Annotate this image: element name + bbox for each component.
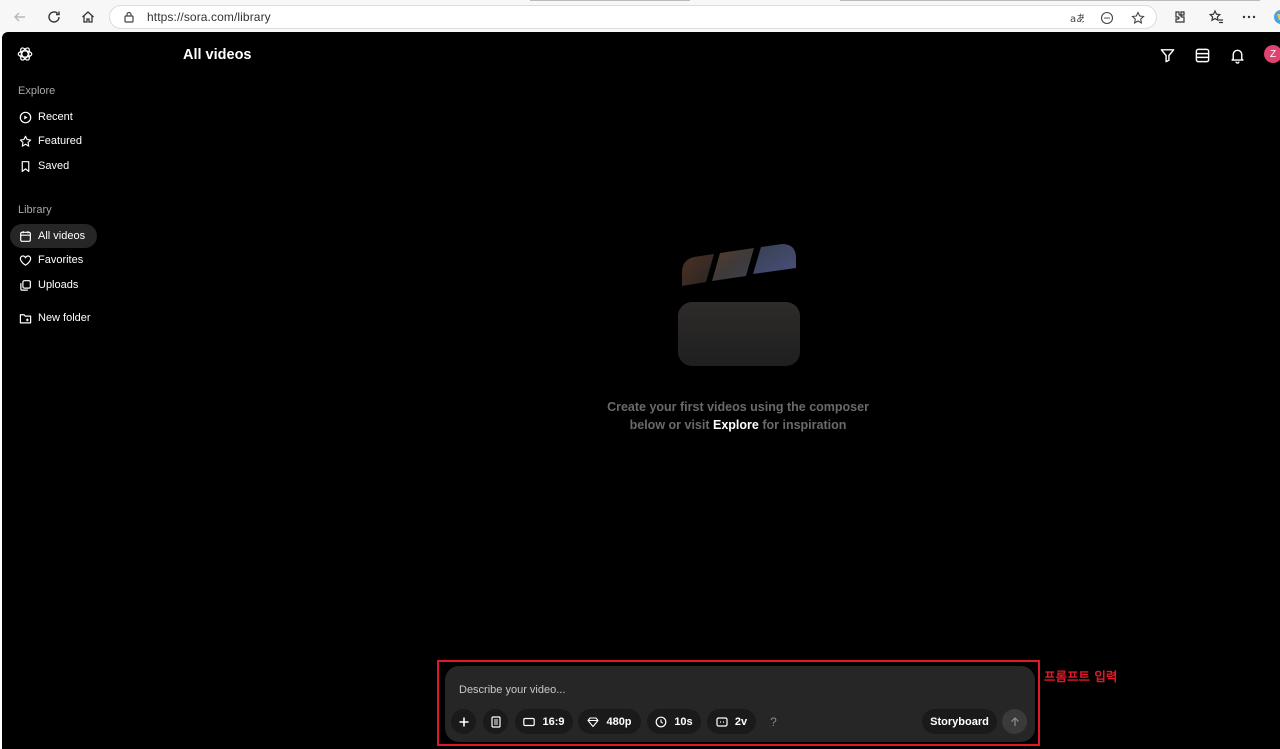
empty-state-text: for inspiration [762, 418, 847, 432]
sidebar-item-uploads[interactable]: Uploads [10, 273, 97, 297]
favorite-star-icon[interactable] [1130, 10, 1146, 26]
clock-icon [655, 716, 667, 727]
variations-icon [716, 716, 728, 727]
calendar-icon [20, 230, 31, 242]
arrow-up-icon [1010, 716, 1019, 726]
openai-logo-icon[interactable] [16, 45, 34, 63]
more-icon[interactable] [1238, 6, 1260, 28]
sidebar-item-label: Recent [38, 111, 73, 123]
presets-button[interactable] [483, 709, 508, 734]
sidebar-item-featured[interactable]: Featured [10, 129, 97, 153]
sidebar-item-favorites[interactable]: Favorites [10, 248, 97, 272]
aspect-ratio-icon [523, 717, 536, 726]
notification-bell-icon[interactable] [1228, 46, 1246, 64]
browser-toolbar: https://sora.com/library aあ [0, 0, 1280, 32]
avatar[interactable]: Z [1264, 45, 1280, 63]
sidebar-item-label: Saved [38, 160, 70, 172]
diamond-icon [587, 716, 600, 727]
duration-value: 10s [674, 715, 693, 728]
duration-button[interactable]: 10s [647, 709, 701, 734]
home-icon[interactable] [77, 6, 99, 28]
empty-state-text: below or visit [629, 418, 710, 432]
empty-state-line2: below or visit Explore for inspiration [558, 416, 918, 434]
empty-state-message: Create your first videos using the compo… [558, 398, 918, 434]
variations-value: 2v [734, 715, 748, 728]
lock-icon[interactable] [122, 10, 136, 24]
help-button[interactable]: ? [761, 709, 786, 734]
heart-icon [19, 254, 32, 266]
reader-icon[interactable] [1099, 10, 1115, 26]
url-text[interactable]: https://sora.com/library [147, 10, 271, 24]
add-media-button[interactable] [451, 709, 476, 734]
play-circle-icon [19, 111, 32, 123]
filter-icon[interactable] [1158, 46, 1176, 64]
sora-app: All videos Z Explore Recent Featured Sav… [2, 32, 1280, 749]
explore-heading: Explore [18, 85, 56, 97]
tab-strip-edge [530, 0, 690, 1]
sidebar-item-label: Featured [38, 135, 83, 147]
uploads-icon [20, 279, 31, 291]
empty-state-line1: Create your first videos using the compo… [607, 400, 869, 414]
sidebar-item-label: All videos [38, 230, 86, 242]
aspect-ratio-value: 16:9 [542, 715, 565, 728]
resolution-value: 480p [606, 715, 632, 728]
bookmark-icon [21, 160, 30, 172]
submit-button[interactable] [1002, 709, 1027, 734]
tab-strip-edge [840, 0, 1260, 1]
variations-button[interactable]: 2v [707, 709, 756, 734]
storyboard-label: Storyboard [930, 715, 989, 728]
favorites-icon[interactable] [1205, 6, 1227, 28]
prompt-input[interactable] [459, 682, 1019, 698]
sidebar-item-saved[interactable]: Saved [10, 154, 97, 178]
sidebar-item-label: Uploads [38, 279, 79, 291]
library-heading: Library [18, 204, 52, 216]
page-title: All videos [183, 47, 252, 63]
plus-icon [459, 717, 468, 726]
copilot-icon[interactable] [1270, 6, 1280, 28]
new-folder-label: New folder [38, 312, 91, 324]
folder-plus-icon [19, 313, 32, 323]
svg-text:aあ: aあ [1070, 13, 1084, 25]
document-icon [490, 715, 501, 728]
sidebar-item-recent[interactable]: Recent [10, 105, 97, 129]
resolution-button[interactable]: 480p [578, 709, 641, 734]
new-folder-button[interactable]: New folder [10, 306, 97, 330]
star-icon [19, 135, 32, 147]
annotation-label: 프롬프트 입력 [1044, 669, 1118, 684]
extensions-icon[interactable] [1168, 6, 1190, 28]
reload-icon[interactable] [43, 6, 65, 28]
aspect-ratio-button[interactable]: 16:9 [515, 709, 573, 734]
address-bar[interactable]: https://sora.com/library aあ [109, 5, 1157, 29]
back-arrow-icon[interactable] [9, 6, 31, 28]
translate-icon[interactable]: aあ [1069, 10, 1085, 26]
sidebar-item-label: Favorites [38, 254, 84, 266]
clapperboard-icon [678, 244, 800, 366]
explore-link[interactable]: Explore [713, 418, 759, 432]
sidebar-item-all-videos[interactable]: All videos [10, 224, 97, 248]
grid-view-icon[interactable] [1193, 46, 1211, 64]
storyboard-button[interactable]: Storyboard [922, 709, 997, 734]
composer: 16:9 480p 10s 2v ? Storyboard [445, 666, 1035, 742]
